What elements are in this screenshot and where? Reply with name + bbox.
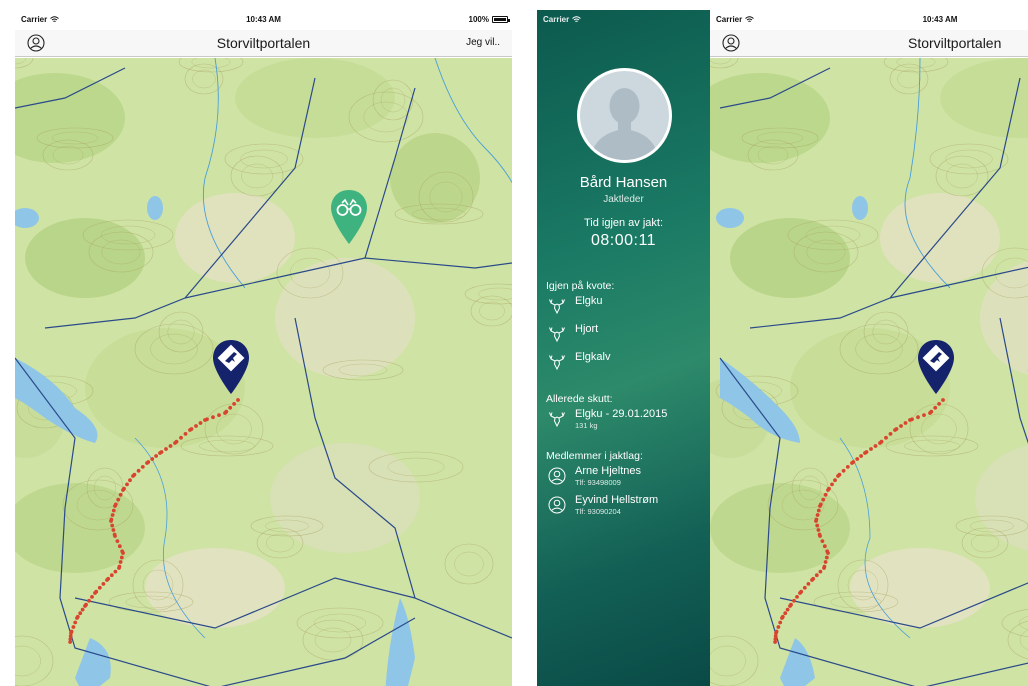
battery-icon: [492, 16, 510, 23]
nav-title: Storviltportalen: [216, 35, 311, 51]
status-bar: Carrier 10:43 AM 100%: [15, 10, 512, 30]
person-icon: [548, 496, 566, 514]
moose-head-icon: [549, 299, 565, 315]
carrier-label: Carrier: [716, 15, 743, 24]
quota-item-label: Elgku: [575, 295, 603, 307]
person-icon: [548, 467, 566, 485]
shot-heading: Allerede skutt:: [546, 393, 613, 405]
member-item[interactable]: Eyvind Hellstrøm Tlf: 93090204: [546, 494, 706, 518]
sidebar-status-carrier: Carrier: [543, 15, 582, 24]
quota-item[interactable]: Hjort: [546, 323, 706, 347]
shot-item-label: Elgku - 29.01.2015: [575, 408, 668, 420]
hunter-location-pin-icon[interactable]: [916, 338, 956, 396]
screen-menu-open: Carrier Bård Hansen Jaktleder Tid igjen …: [537, 10, 1028, 686]
members-heading: Medlemmer i jaktlag:: [546, 450, 643, 462]
nav-title: Storviltportalen: [908, 35, 1002, 51]
nav-bar: Storviltportalen: [710, 30, 1028, 57]
side-menu: Carrier Bård Hansen Jaktleder Tid igjen …: [537, 10, 710, 686]
binoculars-pin-icon[interactable]: [329, 188, 369, 246]
status-battery: 100%: [468, 15, 510, 24]
nav-bar: Storviltportalen Jeg vil..: [15, 30, 512, 57]
profile-icon[interactable]: [722, 34, 740, 52]
quota-item-label: Elgkalv: [575, 351, 611, 363]
moose-head-icon: [549, 327, 565, 343]
shot-item-weight: 131 kg: [575, 421, 598, 430]
member-name: Eyvind Hellstrøm: [575, 494, 659, 506]
map[interactable]: [710, 58, 1028, 686]
sidebar-carrier-label: Carrier: [543, 15, 570, 24]
member-item[interactable]: Arne Hjeltnes Tlf: 93498009: [546, 465, 706, 489]
hunter-location-pin-icon[interactable]: [211, 338, 251, 396]
topographic-map: [710, 58, 1028, 686]
time-left-label: Tid igjen av jakt:: [583, 217, 664, 229]
user-name: Bård Hansen: [579, 174, 668, 191]
user-role: Jaktleder: [603, 194, 644, 205]
shot-item[interactable]: Elgku - 29.01.2015 131 kg: [546, 408, 706, 432]
quota-item-label: Hjort: [575, 323, 599, 335]
screen-map-view: Carrier 10:43 AM 100% Storviltportalen J…: [15, 10, 512, 686]
quota-item[interactable]: Elgkalv: [546, 351, 706, 375]
member-name: Arne Hjeltnes: [575, 465, 642, 477]
wifi-icon: [572, 16, 582, 22]
sidebar-status-bar: Carrier: [537, 10, 710, 30]
jeg-vil-button[interactable]: Jeg vil..: [466, 37, 500, 48]
quota-item[interactable]: Elgku: [546, 295, 706, 319]
quota-heading: Igjen på kvote:: [546, 280, 615, 292]
time-left-value: 08:00:11: [590, 232, 657, 249]
map-panel-shifted: Carrier 10:43 AM Storviltportalen: [710, 10, 1028, 686]
status-carrier: Carrier: [716, 15, 755, 24]
status-bar: Carrier 10:43 AM: [710, 10, 1028, 30]
moose-head-icon: [549, 355, 565, 371]
avatar[interactable]: [577, 68, 672, 163]
battery-percent: 100%: [468, 15, 489, 24]
map[interactable]: [15, 58, 512, 686]
avatar-silhouette-icon: [590, 88, 659, 160]
member-phone: Tlf: 93498009: [575, 478, 621, 487]
status-time: 10:43 AM: [922, 15, 958, 24]
status-time: 10:43 AM: [246, 15, 281, 24]
moose-head-icon: [549, 412, 565, 428]
wifi-icon: [745, 16, 755, 22]
member-phone: Tlf: 93090204: [575, 507, 621, 516]
topographic-map: [15, 58, 512, 686]
